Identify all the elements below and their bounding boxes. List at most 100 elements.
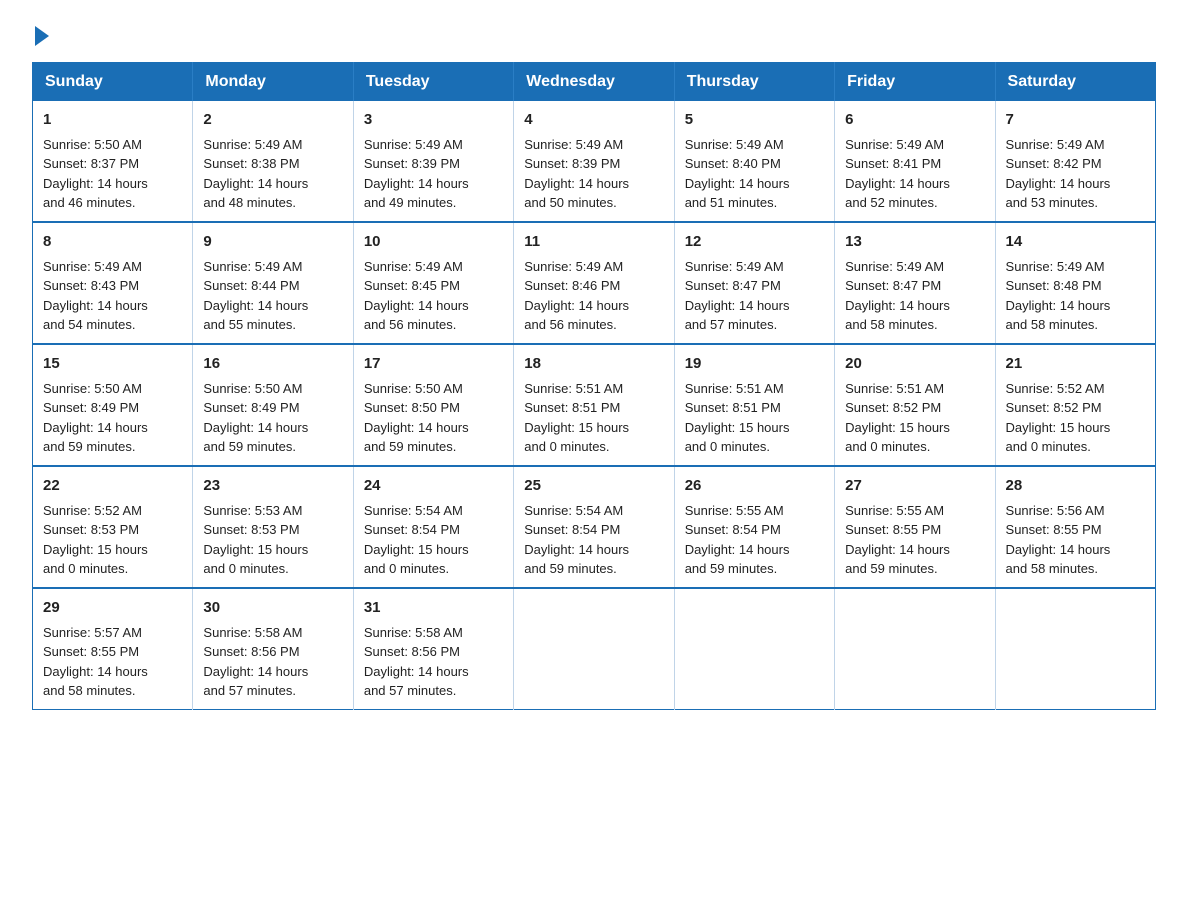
day-info: Sunrise: 5:50 AMSunset: 8:49 PMDaylight:… — [43, 381, 148, 455]
day-number: 8 — [43, 231, 182, 253]
weekday-header-sunday: Sunday — [33, 63, 193, 102]
logo-arrow-icon — [35, 26, 49, 46]
day-info: Sunrise: 5:50 AMSunset: 8:50 PMDaylight:… — [364, 381, 469, 455]
day-info: Sunrise: 5:49 AMSunset: 8:42 PMDaylight:… — [1006, 137, 1111, 211]
day-number: 22 — [43, 475, 182, 497]
calendar-cell: 27 Sunrise: 5:55 AMSunset: 8:55 PMDaylig… — [835, 466, 995, 588]
weekday-header-friday: Friday — [835, 63, 995, 102]
day-number: 30 — [203, 597, 342, 619]
day-info: Sunrise: 5:50 AMSunset: 8:37 PMDaylight:… — [43, 137, 148, 211]
calendar-cell: 4 Sunrise: 5:49 AMSunset: 8:39 PMDayligh… — [514, 101, 674, 222]
day-number: 21 — [1006, 353, 1145, 375]
day-info: Sunrise: 5:56 AMSunset: 8:55 PMDaylight:… — [1006, 503, 1111, 577]
day-info: Sunrise: 5:53 AMSunset: 8:53 PMDaylight:… — [203, 503, 308, 577]
weekday-header-tuesday: Tuesday — [353, 63, 513, 102]
day-number: 13 — [845, 231, 984, 253]
day-info: Sunrise: 5:55 AMSunset: 8:55 PMDaylight:… — [845, 503, 950, 577]
calendar-cell — [995, 588, 1155, 710]
day-number: 20 — [845, 353, 984, 375]
day-number: 25 — [524, 475, 663, 497]
day-info: Sunrise: 5:54 AMSunset: 8:54 PMDaylight:… — [524, 503, 629, 577]
calendar-cell: 30 Sunrise: 5:58 AMSunset: 8:56 PMDaylig… — [193, 588, 353, 710]
calendar-cell: 3 Sunrise: 5:49 AMSunset: 8:39 PMDayligh… — [353, 101, 513, 222]
day-info: Sunrise: 5:49 AMSunset: 8:41 PMDaylight:… — [845, 137, 950, 211]
calendar-cell: 19 Sunrise: 5:51 AMSunset: 8:51 PMDaylig… — [674, 344, 834, 466]
day-number: 14 — [1006, 231, 1145, 253]
weekday-header-monday: Monday — [193, 63, 353, 102]
day-number: 7 — [1006, 109, 1145, 131]
day-number: 6 — [845, 109, 984, 131]
day-number: 16 — [203, 353, 342, 375]
weekday-header-row: SundayMondayTuesdayWednesdayThursdayFrid… — [33, 63, 1156, 102]
day-info: Sunrise: 5:51 AMSunset: 8:51 PMDaylight:… — [685, 381, 790, 455]
calendar-cell: 12 Sunrise: 5:49 AMSunset: 8:47 PMDaylig… — [674, 222, 834, 344]
weekday-header-wednesday: Wednesday — [514, 63, 674, 102]
day-info: Sunrise: 5:50 AMSunset: 8:49 PMDaylight:… — [203, 381, 308, 455]
calendar-cell: 16 Sunrise: 5:50 AMSunset: 8:49 PMDaylig… — [193, 344, 353, 466]
calendar-cell: 20 Sunrise: 5:51 AMSunset: 8:52 PMDaylig… — [835, 344, 995, 466]
week-row-4: 22 Sunrise: 5:52 AMSunset: 8:53 PMDaylig… — [33, 466, 1156, 588]
day-number: 10 — [364, 231, 503, 253]
calendar-cell: 31 Sunrise: 5:58 AMSunset: 8:56 PMDaylig… — [353, 588, 513, 710]
day-info: Sunrise: 5:58 AMSunset: 8:56 PMDaylight:… — [203, 625, 308, 699]
week-row-1: 1 Sunrise: 5:50 AMSunset: 8:37 PMDayligh… — [33, 101, 1156, 222]
day-info: Sunrise: 5:52 AMSunset: 8:52 PMDaylight:… — [1006, 381, 1111, 455]
day-number: 12 — [685, 231, 824, 253]
calendar-cell: 21 Sunrise: 5:52 AMSunset: 8:52 PMDaylig… — [995, 344, 1155, 466]
day-info: Sunrise: 5:51 AMSunset: 8:52 PMDaylight:… — [845, 381, 950, 455]
day-info: Sunrise: 5:51 AMSunset: 8:51 PMDaylight:… — [524, 381, 629, 455]
day-info: Sunrise: 5:52 AMSunset: 8:53 PMDaylight:… — [43, 503, 148, 577]
calendar-cell: 18 Sunrise: 5:51 AMSunset: 8:51 PMDaylig… — [514, 344, 674, 466]
calendar-cell: 9 Sunrise: 5:49 AMSunset: 8:44 PMDayligh… — [193, 222, 353, 344]
day-number: 23 — [203, 475, 342, 497]
day-number: 5 — [685, 109, 824, 131]
day-info: Sunrise: 5:54 AMSunset: 8:54 PMDaylight:… — [364, 503, 469, 577]
day-number: 17 — [364, 353, 503, 375]
calendar-cell — [835, 588, 995, 710]
calendar-cell: 29 Sunrise: 5:57 AMSunset: 8:55 PMDaylig… — [33, 588, 193, 710]
week-row-2: 8 Sunrise: 5:49 AMSunset: 8:43 PMDayligh… — [33, 222, 1156, 344]
day-number: 1 — [43, 109, 182, 131]
day-number: 11 — [524, 231, 663, 253]
calendar-cell — [674, 588, 834, 710]
calendar-cell — [514, 588, 674, 710]
day-info: Sunrise: 5:49 AMSunset: 8:48 PMDaylight:… — [1006, 259, 1111, 333]
day-number: 9 — [203, 231, 342, 253]
day-info: Sunrise: 5:49 AMSunset: 8:46 PMDaylight:… — [524, 259, 629, 333]
day-number: 29 — [43, 597, 182, 619]
day-info: Sunrise: 5:57 AMSunset: 8:55 PMDaylight:… — [43, 625, 148, 699]
calendar-cell: 5 Sunrise: 5:49 AMSunset: 8:40 PMDayligh… — [674, 101, 834, 222]
calendar-cell: 22 Sunrise: 5:52 AMSunset: 8:53 PMDaylig… — [33, 466, 193, 588]
calendar-cell: 24 Sunrise: 5:54 AMSunset: 8:54 PMDaylig… — [353, 466, 513, 588]
day-info: Sunrise: 5:49 AMSunset: 8:44 PMDaylight:… — [203, 259, 308, 333]
day-info: Sunrise: 5:49 AMSunset: 8:45 PMDaylight:… — [364, 259, 469, 333]
day-number: 28 — [1006, 475, 1145, 497]
day-info: Sunrise: 5:55 AMSunset: 8:54 PMDaylight:… — [685, 503, 790, 577]
page-header — [32, 24, 1156, 42]
calendar-cell: 15 Sunrise: 5:50 AMSunset: 8:49 PMDaylig… — [33, 344, 193, 466]
week-row-3: 15 Sunrise: 5:50 AMSunset: 8:49 PMDaylig… — [33, 344, 1156, 466]
day-info: Sunrise: 5:49 AMSunset: 8:39 PMDaylight:… — [364, 137, 469, 211]
day-info: Sunrise: 5:49 AMSunset: 8:38 PMDaylight:… — [203, 137, 308, 211]
calendar-cell: 23 Sunrise: 5:53 AMSunset: 8:53 PMDaylig… — [193, 466, 353, 588]
calendar-cell: 7 Sunrise: 5:49 AMSunset: 8:42 PMDayligh… — [995, 101, 1155, 222]
calendar-cell: 25 Sunrise: 5:54 AMSunset: 8:54 PMDaylig… — [514, 466, 674, 588]
day-info: Sunrise: 5:58 AMSunset: 8:56 PMDaylight:… — [364, 625, 469, 699]
day-number: 19 — [685, 353, 824, 375]
day-number: 3 — [364, 109, 503, 131]
calendar-cell: 1 Sunrise: 5:50 AMSunset: 8:37 PMDayligh… — [33, 101, 193, 222]
day-number: 31 — [364, 597, 503, 619]
day-info: Sunrise: 5:49 AMSunset: 8:39 PMDaylight:… — [524, 137, 629, 211]
logo — [32, 24, 49, 42]
day-number: 24 — [364, 475, 503, 497]
day-number: 27 — [845, 475, 984, 497]
calendar-cell: 8 Sunrise: 5:49 AMSunset: 8:43 PMDayligh… — [33, 222, 193, 344]
day-info: Sunrise: 5:49 AMSunset: 8:40 PMDaylight:… — [685, 137, 790, 211]
day-number: 26 — [685, 475, 824, 497]
calendar-cell: 17 Sunrise: 5:50 AMSunset: 8:50 PMDaylig… — [353, 344, 513, 466]
calendar-cell: 26 Sunrise: 5:55 AMSunset: 8:54 PMDaylig… — [674, 466, 834, 588]
calendar-cell: 2 Sunrise: 5:49 AMSunset: 8:38 PMDayligh… — [193, 101, 353, 222]
day-info: Sunrise: 5:49 AMSunset: 8:47 PMDaylight:… — [845, 259, 950, 333]
calendar-table: SundayMondayTuesdayWednesdayThursdayFrid… — [32, 62, 1156, 710]
weekday-header-saturday: Saturday — [995, 63, 1155, 102]
